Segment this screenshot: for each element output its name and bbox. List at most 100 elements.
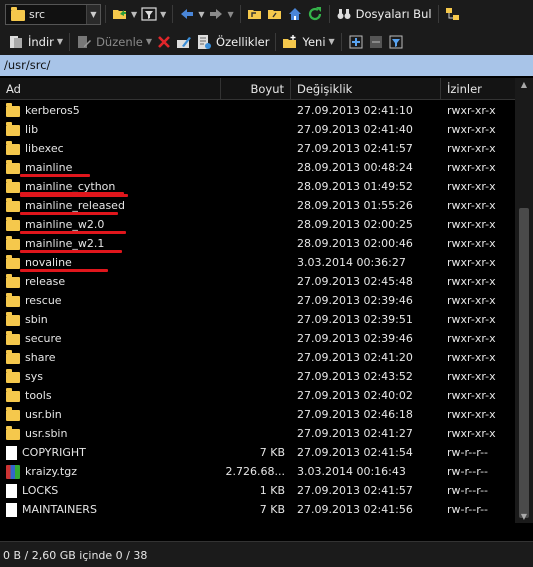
file-row[interactable]: sbin 27.09.2013 02:39:51 rwxr-xr-x	[0, 310, 515, 329]
file-row[interactable]: sys 27.09.2013 02:43:52 rwxr-xr-x	[0, 367, 515, 386]
chevron-down-icon[interactable]: ▼	[86, 4, 100, 24]
chevron-down-icon[interactable]: ▼	[515, 512, 533, 521]
edit-button[interactable]: Düzenle ▼	[74, 31, 154, 53]
file-modified: 27.09.2013 02:41:20	[297, 351, 413, 364]
folder-icon	[6, 179, 20, 193]
folder-icon	[6, 312, 20, 326]
scrollbar-thumb[interactable]	[519, 208, 529, 518]
folder-icon	[6, 198, 20, 212]
vertical-scrollbar[interactable]: ▲ ▼	[515, 78, 533, 523]
delete-button[interactable]	[154, 31, 174, 53]
file-name-cell[interactable]: novaline	[0, 255, 221, 269]
folder-icon	[6, 388, 20, 402]
file-row[interactable]: rescue 27.09.2013 02:39:46 rwxr-xr-x	[0, 291, 515, 310]
root-folder-button[interactable]	[265, 3, 285, 25]
file-name-cell[interactable]: COPYRIGHT	[0, 445, 221, 460]
download-icon	[10, 35, 22, 48]
chevron-down-icon[interactable]: ▼	[329, 37, 335, 46]
chevron-down-icon[interactable]: ▼	[57, 37, 63, 46]
file-name-cell[interactable]: MAINTAINERS	[0, 502, 221, 517]
properties-button[interactable]: Özellikler	[194, 31, 271, 53]
file-name-cell[interactable]: LOCKS	[0, 483, 221, 498]
file-name-cell[interactable]: mainline	[0, 160, 221, 174]
file-name-cell[interactable]: rescue	[0, 293, 221, 307]
file-modified: 27.09.2013 02:39:46	[297, 294, 413, 307]
file-name-cell[interactable]: release	[0, 274, 221, 288]
column-header-permissions[interactable]: İzinler	[441, 78, 515, 100]
file-row[interactable]: tools 27.09.2013 02:40:02 rwxr-xr-x	[0, 386, 515, 405]
file-row[interactable]: kraizy.tgz 2.726.68... 3.03.2014 00:16:43 r…	[0, 462, 515, 481]
find-files-button[interactable]: Dosyaları Bul	[334, 3, 434, 25]
file-permissions: rwxr-xr-x	[447, 104, 496, 117]
file-name-cell[interactable]: tools	[0, 388, 221, 402]
tree-toggle-button[interactable]	[443, 3, 463, 25]
rename-button[interactable]	[174, 31, 194, 53]
file-name-cell[interactable]: mainline_w2.1	[0, 236, 221, 250]
file-name-cell[interactable]: mainline_released	[0, 198, 221, 212]
new-button[interactable]: Yeni ▼	[280, 31, 336, 53]
chevron-down-icon[interactable]: ▼	[146, 37, 152, 46]
annotation-underline	[20, 250, 122, 253]
file-row[interactable]: usr.bin 27.09.2013 02:46:18 rwxr-xr-x	[0, 405, 515, 424]
file-row[interactable]: libexec 27.09.2013 02:41:57 rwxr-xr-x	[0, 139, 515, 158]
download-button[interactable]: İndir ▼	[6, 31, 65, 53]
filter-select-button[interactable]	[386, 31, 406, 53]
new-folder-icon	[283, 34, 297, 48]
file-name-cell[interactable]: usr.sbin	[0, 426, 221, 440]
file-name-cell[interactable]: share	[0, 350, 221, 364]
chevron-down-icon[interactable]: ▼	[131, 10, 137, 19]
file-modified: 27.09.2013 02:46:18	[297, 408, 413, 421]
file-modified: 27.09.2013 02:43:52	[297, 370, 413, 383]
location-value: src	[29, 7, 46, 21]
chevron-down-icon[interactable]: ▼	[198, 10, 204, 19]
file-permissions: rwxr-xr-x	[447, 180, 496, 193]
path-bar[interactable]: /usr/src/	[0, 55, 533, 76]
select-all-button[interactable]	[346, 31, 366, 53]
file-row[interactable]: COPYRIGHT 7 KB 27.09.2013 02:41:54 rw-r--r-…	[0, 443, 515, 462]
file-name-cell[interactable]: kerberos5	[0, 103, 221, 117]
chevron-down-icon[interactable]: ▼	[227, 10, 233, 19]
back-button[interactable]: ▼	[177, 3, 206, 25]
column-header-modified[interactable]: Değişiklik	[291, 78, 441, 100]
file-row[interactable]: share 27.09.2013 02:41:20 rwxr-xr-x	[0, 348, 515, 367]
file-permissions: rwxr-xr-x	[447, 237, 496, 250]
file-permissions: rwxr-xr-x	[447, 142, 496, 155]
file-name: libexec	[25, 142, 64, 155]
chevron-down-icon[interactable]: ▼	[160, 10, 166, 19]
file-name-cell[interactable]: sbin	[0, 312, 221, 326]
file-row[interactable]: secure 27.09.2013 02:39:46 rwxr-xr-x	[0, 329, 515, 348]
file-name-cell[interactable]: libexec	[0, 141, 221, 155]
annotation-underline	[20, 269, 108, 272]
location-combobox[interactable]: src ▼	[5, 3, 101, 25]
toolbar-navigation: src ▼ ▼ ▼ ▼ ▼ Dosyaları Bul	[0, 0, 533, 28]
file-modified: 28.09.2013 02:00:25	[297, 218, 413, 231]
refresh-button[interactable]	[305, 3, 325, 25]
folder-icon	[6, 274, 20, 288]
column-header-size[interactable]: Boyut	[221, 78, 291, 100]
file-name-cell[interactable]: secure	[0, 331, 221, 345]
file-row[interactable]: MAINTAINERS 7 KB 27.09.2013 02:41:56 rw-r--…	[0, 500, 515, 519]
file-name-cell[interactable]: mainline_w2.0	[0, 217, 221, 231]
annotation-underline	[20, 212, 118, 215]
parent-folder-button[interactable]	[245, 3, 265, 25]
file-row[interactable]: lib 27.09.2013 02:41:40 rwxr-xr-x	[0, 120, 515, 139]
chevron-up-icon[interactable]: ▲	[515, 80, 533, 89]
unselect-button[interactable]	[366, 31, 386, 53]
file-name-cell[interactable]: kraizy.tgz	[0, 464, 221, 479]
column-header-name[interactable]: Ad	[0, 78, 221, 100]
open-folder-button[interactable]: ▼	[110, 3, 139, 25]
file-modified: 27.09.2013 02:41:57	[297, 142, 413, 155]
file-row[interactable]: usr.sbin 27.09.2013 02:41:27 rwxr-xr-x	[0, 424, 515, 443]
file-name-cell[interactable]: sys	[0, 369, 221, 383]
file-name-cell[interactable]: usr.bin	[0, 407, 221, 421]
folder-icon	[6, 255, 20, 269]
home-button[interactable]	[285, 3, 305, 25]
folder-icon	[6, 350, 20, 364]
file-row[interactable]: LOCKS 1 KB 27.09.2013 02:41:57 rw-r--r--	[0, 481, 515, 500]
separator	[437, 5, 439, 23]
forward-button[interactable]: ▼	[206, 3, 235, 25]
filter-button[interactable]: ▼	[139, 3, 168, 25]
file-row[interactable]: release 27.09.2013 02:45:48 rwxr-xr-x	[0, 272, 515, 291]
file-row[interactable]: kerberos5 27.09.2013 02:41:10 rwxr-xr-x	[0, 101, 515, 120]
file-name-cell[interactable]: lib	[0, 122, 221, 136]
